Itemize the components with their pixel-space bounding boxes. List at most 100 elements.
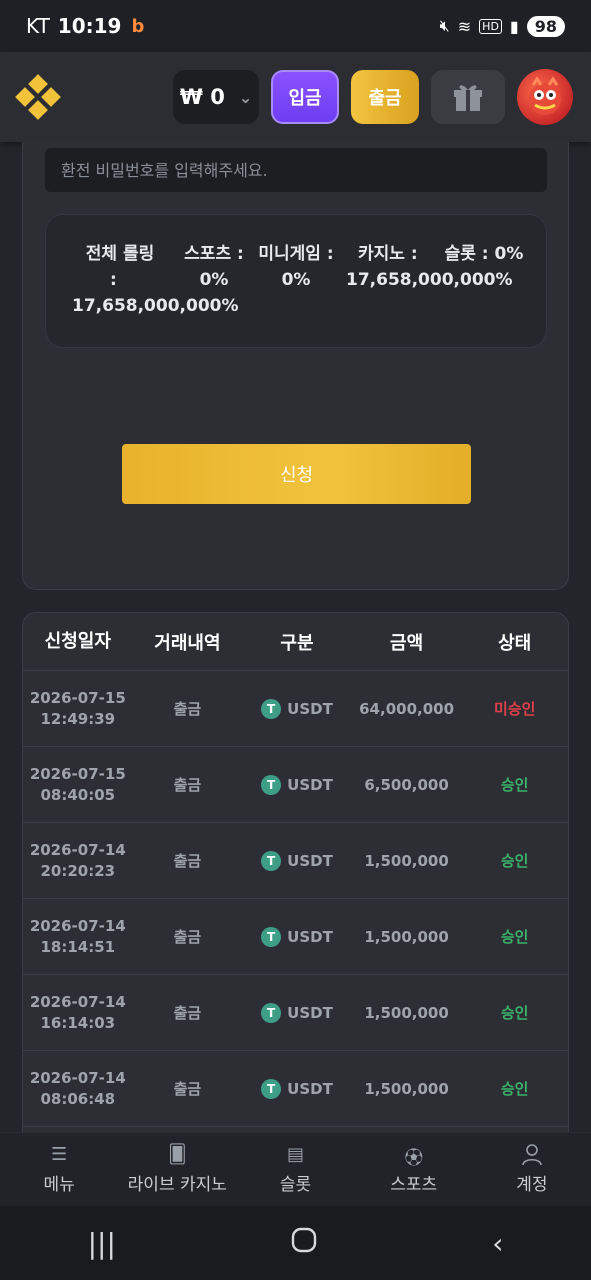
- rolling-summary: 전체 롤링 : 17,658,000,000% 스포츠 : 0% 미니게임 : …: [45, 214, 547, 348]
- notification-icon: b: [131, 15, 145, 37]
- row-type: 출금: [173, 700, 202, 718]
- row-status: 승인: [500, 1080, 529, 1098]
- table-header: 신청일자 거래내역 구분 금액 상태: [23, 613, 568, 671]
- tether-icon: T: [261, 1078, 282, 1099]
- withdraw-button[interactable]: 출금: [351, 70, 419, 124]
- row-amount: 1,500,000: [364, 851, 449, 870]
- row-currency-label: USDT: [287, 699, 333, 718]
- row-type: 출금: [173, 1004, 202, 1022]
- row-datetime: 2026-07-15 08:40:05: [23, 764, 133, 806]
- rolling-casino-value: 17,658,000,000%: [346, 270, 513, 291]
- logo-icon[interactable]: [15, 74, 61, 120]
- status-bar: KT 10:19 b 🔇︎ ≋ HD ▮ 98: [0, 0, 591, 52]
- rolling-slot: 슬롯 : 0%: [439, 241, 529, 267]
- exchange-password-input[interactable]: [45, 148, 547, 192]
- tether-icon: T: [261, 698, 282, 719]
- table-row[interactable]: 2026-07-15 12:49:39 출금 T USDT 64,000,000 미…: [23, 671, 568, 747]
- col-header-type: 거래내역: [154, 632, 221, 654]
- soccer-ball-icon: ⚽︎: [404, 1148, 423, 1169]
- row-status: 승인: [500, 1004, 529, 1022]
- rolling-sports-label: 스포츠 :: [184, 244, 244, 264]
- gift-icon: [454, 85, 482, 111]
- row-time: 18:14:51: [40, 937, 116, 956]
- row-datetime: 2026-07-14 18:14:51: [23, 916, 133, 958]
- user-icon: [522, 1144, 542, 1166]
- rolling-mini: 미니게임 : 0%: [252, 241, 340, 294]
- nav-sports-label: 스포츠: [390, 1175, 438, 1195]
- row-date: 2026-07-15: [29, 764, 126, 783]
- home-icon[interactable]: [291, 1227, 317, 1260]
- cards-icon: 🂠: [168, 1144, 187, 1165]
- nav-account[interactable]: 계정: [473, 1133, 591, 1206]
- row-status: 미승인: [493, 700, 536, 718]
- signal-icon: ▮: [509, 16, 519, 36]
- tether-icon: T: [261, 926, 282, 947]
- chevron-down-icon: ⌄: [238, 87, 253, 107]
- row-date: 2026-07-14: [29, 840, 126, 859]
- withdraw-form-card: 전체 롤링 : 17,658,000,000% 스포츠 : 0% 미니게임 : …: [22, 142, 569, 590]
- back-icon[interactable]: ‹: [492, 1227, 503, 1260]
- col-header-amount: 금액: [390, 632, 424, 654]
- table-row[interactable]: 2026-07-14 08:06:48 출금 T USDT 1,500,000 승인: [23, 1051, 568, 1127]
- rolling-total: 전체 롤링 :: [74, 241, 166, 294]
- apply-button[interactable]: 신청: [122, 444, 471, 504]
- nav-account-label: 계정: [516, 1175, 548, 1195]
- tether-icon: T: [261, 1002, 282, 1023]
- col-header-status: 상태: [498, 632, 532, 654]
- row-currency-label: USDT: [287, 927, 333, 946]
- clock: 10:19: [57, 14, 122, 38]
- mute-icon: 🔇︎: [439, 16, 450, 35]
- rolling-total-value: 17,658,000,000%: [72, 296, 239, 316]
- col-header-date: 신청일자: [44, 630, 111, 652]
- row-status: 승인: [500, 928, 529, 946]
- avatar[interactable]: [517, 69, 573, 125]
- carrier-label: KT: [26, 14, 50, 38]
- row-currency: T USDT: [242, 926, 352, 947]
- row-time: 08:06:48: [40, 1089, 116, 1108]
- dragon-avatar-icon: [529, 76, 561, 115]
- nav-menu[interactable]: ☰ 메뉴: [0, 1133, 118, 1206]
- balance-value: ₩ 0: [179, 85, 225, 109]
- table-row[interactable]: 2026-07-14 18:14:51 출금 T USDT 1,500,000 승인: [23, 899, 568, 975]
- balance-dropdown[interactable]: ₩ 0 ⌄: [173, 70, 259, 124]
- row-date: 2026-07-15: [29, 688, 126, 707]
- row-currency-label: USDT: [287, 1079, 333, 1098]
- row-datetime: 2026-07-14 16:14:03: [23, 992, 133, 1034]
- row-time: 20:20:23: [40, 861, 116, 880]
- app-header: ₩ 0 ⌄ 입금 출금: [0, 52, 591, 142]
- deposit-button[interactable]: 입금: [271, 70, 339, 124]
- hd-label: HD: [479, 18, 502, 34]
- nav-menu-label: 메뉴: [43, 1175, 75, 1195]
- row-status: 승인: [500, 776, 529, 794]
- table-row[interactable]: 2026-07-14 20:20:23 출금 T USDT 1,500,000 승인: [23, 823, 568, 899]
- row-date: 2026-07-14: [29, 1068, 126, 1087]
- recent-apps-icon[interactable]: |||: [88, 1227, 116, 1260]
- nav-live-casino[interactable]: 🂠 라이브 카지노: [118, 1133, 236, 1206]
- gift-button[interactable]: [431, 70, 505, 124]
- row-date: 2026-07-14: [29, 916, 126, 935]
- table-row[interactable]: 2026-07-15 08:40:05 출금 T USDT 6,500,000 승인: [23, 747, 568, 823]
- table-row[interactable]: 2026-07-14 16:14:03 출금 T USDT 1,500,000 승인: [23, 975, 568, 1051]
- tether-icon: T: [261, 850, 282, 871]
- row-currency: T USDT: [242, 1002, 352, 1023]
- row-type: 출금: [173, 776, 202, 794]
- row-time: 16:14:03: [40, 1013, 116, 1032]
- nav-sports[interactable]: ⚽︎ 스포츠: [355, 1133, 473, 1206]
- slot-machine-icon: ▤: [287, 1144, 305, 1165]
- row-time: 08:40:05: [40, 785, 116, 804]
- row-currency: T USDT: [242, 698, 352, 719]
- rolling-slot-label: 슬롯 : 0%: [444, 244, 524, 264]
- rolling-sports-value: 0%: [199, 270, 229, 291]
- row-date: 2026-07-14: [29, 992, 126, 1011]
- row-type: 출금: [173, 1080, 202, 1098]
- rolling-sports: 스포츠 : 0%: [170, 241, 258, 294]
- row-amount: 64,000,000: [359, 699, 455, 718]
- nav-slot[interactable]: ▤ 슬롯: [236, 1133, 354, 1206]
- row-datetime: 2026-07-14 20:20:23: [23, 840, 133, 882]
- row-currency: T USDT: [242, 774, 352, 795]
- bottom-nav: ☰ 메뉴 🂠 라이브 카지노 ▤ 슬롯 ⚽︎ 스포츠 계정: [0, 1132, 591, 1206]
- battery-indicator: 98: [526, 15, 565, 37]
- row-datetime: 2026-07-15 12:49:39: [23, 688, 133, 730]
- rolling-total-colon: :: [110, 270, 117, 291]
- row-datetime: 2026-07-14 08:06:48: [23, 1068, 133, 1110]
